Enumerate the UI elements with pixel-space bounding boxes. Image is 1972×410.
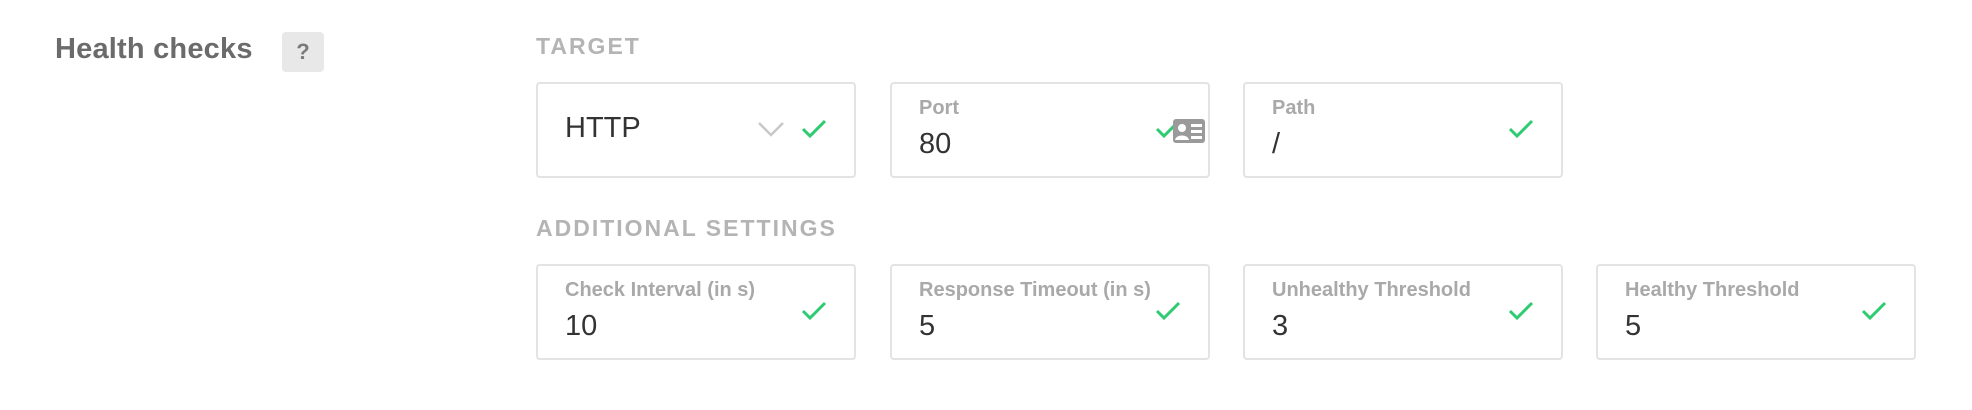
valid-check-icon — [1508, 301, 1534, 321]
port-field-label: Port — [919, 97, 959, 119]
valid-check-icon — [801, 119, 827, 139]
unhealthy-threshold-label: Unhealthy Threshold — [1272, 279, 1471, 301]
valid-check-icon — [801, 301, 827, 321]
check-interval-label: Check Interval (in s) — [565, 279, 756, 301]
contact-card-icon[interactable] — [1172, 118, 1206, 144]
healthy-threshold-value: 5 — [1625, 310, 1642, 342]
section-title: Health checks — [55, 33, 253, 65]
help-button[interactable]: ? — [282, 32, 324, 72]
response-timeout-value: 5 — [919, 310, 936, 342]
valid-check-icon — [1508, 119, 1534, 139]
path-field[interactable]: Path / — [1243, 82, 1563, 178]
port-field-value: 80 — [919, 128, 952, 160]
chevron-down-icon[interactable] — [756, 120, 786, 138]
unhealthy-threshold-field[interactable]: Unhealthy Threshold 3 — [1243, 264, 1563, 360]
protocol-select-value: HTTP — [565, 112, 641, 144]
healthy-threshold-label: Healthy Threshold — [1625, 279, 1800, 301]
additional-settings-heading: ADDITIONAL SETTINGS — [536, 215, 837, 241]
path-field-label: Path — [1272, 97, 1316, 119]
protocol-select[interactable]: HTTP — [536, 82, 856, 178]
response-timeout-field[interactable]: Response Timeout (in s) 5 — [890, 264, 1210, 360]
valid-check-icon — [1861, 301, 1887, 321]
healthy-threshold-field[interactable]: Healthy Threshold 5 — [1596, 264, 1916, 360]
response-timeout-label: Response Timeout (in s) — [919, 279, 1151, 301]
check-interval-field[interactable]: Check Interval (in s) 10 — [536, 264, 856, 360]
unhealthy-threshold-value: 3 — [1272, 310, 1289, 342]
valid-check-icon — [1155, 301, 1181, 321]
port-field[interactable]: Port 80 — [890, 82, 1210, 178]
target-heading: TARGET — [536, 33, 641, 59]
path-field-value: / — [1272, 128, 1281, 160]
check-interval-value: 10 — [565, 310, 598, 342]
